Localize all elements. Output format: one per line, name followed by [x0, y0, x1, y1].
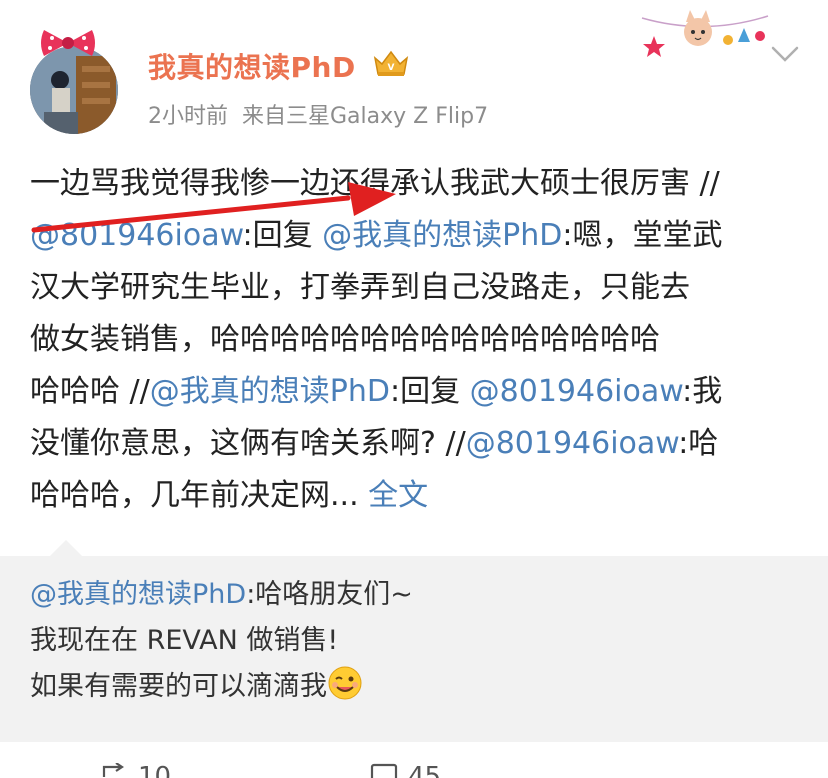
- repost-count: 10: [138, 762, 172, 778]
- post-line: 做女装销售，哈哈哈哈哈哈哈哈哈哈哈哈哈哈哈: [30, 314, 800, 366]
- repost-author-mention[interactable]: @我真的想读PhD: [30, 579, 246, 610]
- post-text-segment: :回复: [389, 374, 470, 409]
- post-text-segment: :嗯，堂堂武: [562, 218, 723, 253]
- post-time: 2小时前: [148, 104, 228, 129]
- user-mention[interactable]: @801946ioaw: [470, 374, 683, 409]
- comment-stat[interactable]: 45: [370, 762, 441, 778]
- post-line: 没懂你意思，这俩有啥关系啊? //@801946ioaw:哈: [30, 418, 800, 470]
- weibo-post: 我真的想读PhD V 2小时前 来自三星Galaxy Z Flip7 一边骂我觉得…: [0, 0, 828, 778]
- post-line: 哈哈哈 //@我真的想读PhD:回复 @801946ioaw:我: [30, 366, 800, 418]
- card-decoration-icon: [641, 10, 769, 57]
- comment-icon: [370, 763, 398, 778]
- post-text-segment: 做女装销售，哈哈哈哈哈哈哈哈哈哈哈哈哈哈哈: [30, 322, 660, 357]
- repost-line3: 如果有需要的可以滴滴我: [30, 671, 327, 702]
- fulltext-link[interactable]: 全文: [368, 478, 428, 513]
- username[interactable]: 我真的想读PhD: [148, 46, 356, 86]
- crown-icon: V: [373, 50, 409, 76]
- repost-text: @我真的想读PhD:哈咯朋友们~ 我现在在 REVAN 做销售! 如果有需要的可…: [30, 572, 413, 710]
- repost-line2: 我现在在 REVAN 做销售!: [30, 625, 339, 656]
- repost-line1: :哈咯朋友们~: [246, 579, 413, 610]
- user-mention[interactable]: @801946ioaw: [466, 426, 679, 461]
- avatar-image: [30, 46, 118, 134]
- post-line: 哈哈哈，几年前决定网... 全文: [30, 470, 800, 522]
- post-footer: 10 45: [0, 742, 828, 778]
- post-text-segment: 汉大学研究生毕业，打拳弄到自己没路走，只能去: [30, 270, 690, 305]
- svg-text:V: V: [388, 63, 395, 73]
- post-text-segment: :哈: [678, 426, 719, 461]
- post-text-segment: 哈哈哈，几年前决定网...: [30, 478, 369, 513]
- post-source[interactable]: 来自三星Galaxy Z Flip7: [242, 104, 488, 129]
- chevron-down-icon[interactable]: [770, 44, 800, 64]
- post-text-segment: 哈哈哈 //: [30, 374, 150, 409]
- user-mention[interactable]: @我真的想读PhD: [150, 374, 390, 409]
- wink-emoji-icon: [328, 666, 362, 700]
- post-text-segment: 没懂你意思，这俩有啥关系啊? //: [30, 426, 466, 461]
- red-arrow-annotation: [31, 182, 396, 233]
- repost-notch: [50, 540, 82, 556]
- post-text-segment: :我: [682, 374, 723, 409]
- comment-count: 45: [408, 762, 442, 778]
- bow-icon: [41, 30, 95, 56]
- repost-icon: [102, 762, 124, 777]
- avatar[interactable]: [30, 28, 122, 134]
- post-meta: 2小时前 来自三星Galaxy Z Flip7: [148, 98, 488, 130]
- post-line: 汉大学研究生毕业，打拳弄到自己没路走，只能去: [30, 262, 800, 314]
- repost-stat[interactable]: 10: [100, 762, 171, 778]
